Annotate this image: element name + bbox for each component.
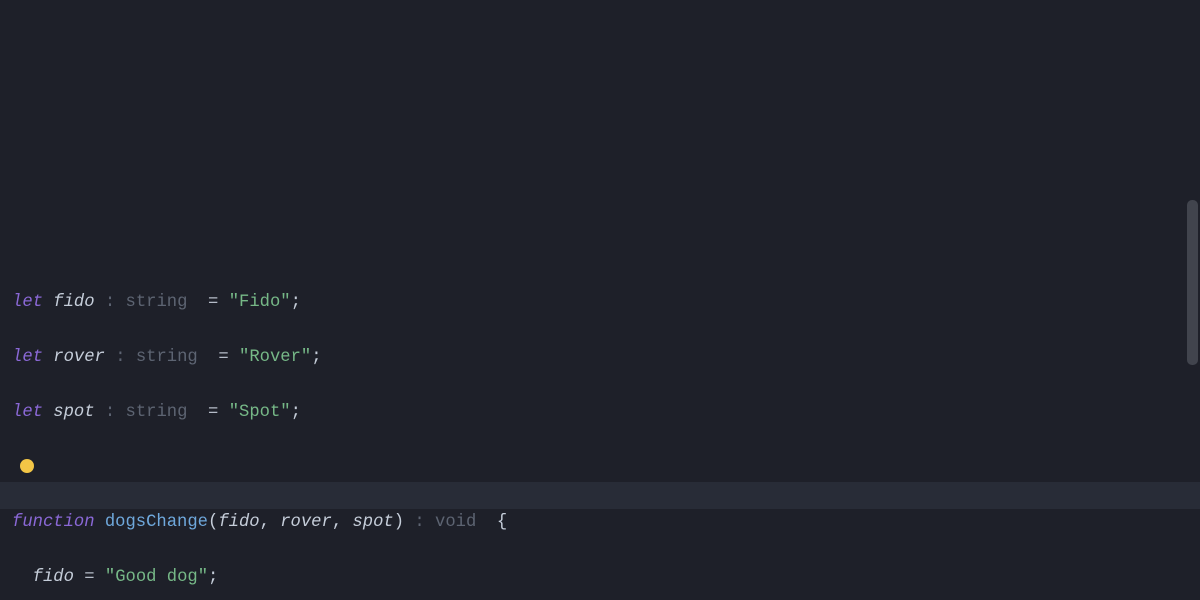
- comma: ,: [260, 513, 281, 532]
- keyword-function: function: [12, 513, 95, 532]
- operator-assign: =: [84, 568, 94, 587]
- variable-rover: rover: [53, 348, 105, 367]
- semicolon: ;: [208, 568, 218, 587]
- variable-fido: fido: [53, 293, 94, 312]
- operator-assign: =: [218, 348, 228, 367]
- type-hint: : string: [105, 403, 188, 422]
- keyword-let: let: [12, 403, 43, 422]
- semicolon: ;: [291, 293, 301, 312]
- type-hint: : void: [414, 513, 476, 532]
- operator-assign: =: [208, 293, 218, 312]
- function-name: dogsChange: [105, 513, 208, 532]
- code-line[interactable]: let spot : string = "Spot";: [12, 399, 1188, 427]
- blank-line[interactable]: [12, 454, 1188, 482]
- string-literal: "Good dog": [105, 568, 208, 587]
- semicolon: ;: [291, 403, 301, 422]
- string-literal: "Rover": [239, 348, 311, 367]
- code-line[interactable]: let fido : string = "Fido";: [12, 289, 1188, 317]
- param: spot: [352, 513, 393, 532]
- param: rover: [280, 513, 332, 532]
- type-hint: : string: [105, 293, 188, 312]
- comma: ,: [332, 513, 353, 532]
- semicolon: ;: [311, 348, 321, 367]
- lightbulb-icon[interactable]: [20, 459, 34, 473]
- string-literal: "Spot": [229, 403, 291, 422]
- string-literal: "Fido": [229, 293, 291, 312]
- paren-close: ): [394, 513, 404, 532]
- type-hint: : string: [115, 348, 198, 367]
- code-line[interactable]: let rover : string = "Rover";: [12, 344, 1188, 372]
- code-editor[interactable]: let fido : string = "Fido"; let rover : …: [0, 0, 1200, 600]
- keyword-let: let: [12, 293, 43, 312]
- paren-open: (: [208, 513, 218, 532]
- code-line[interactable]: function dogsChange(fido, rover, spot) :…: [12, 509, 1188, 537]
- variable: fido: [33, 568, 74, 587]
- operator-assign: =: [208, 403, 218, 422]
- variable-spot: spot: [53, 403, 94, 422]
- code-block: let fido : string = "Fido"; let rover : …: [12, 262, 1188, 600]
- brace-open: {: [497, 513, 507, 532]
- vertical-scrollbar[interactable]: [1187, 200, 1198, 365]
- keyword-let: let: [12, 348, 43, 367]
- code-line[interactable]: fido = "Good dog";: [12, 564, 1188, 592]
- indent: [12, 568, 33, 587]
- param: fido: [218, 513, 259, 532]
